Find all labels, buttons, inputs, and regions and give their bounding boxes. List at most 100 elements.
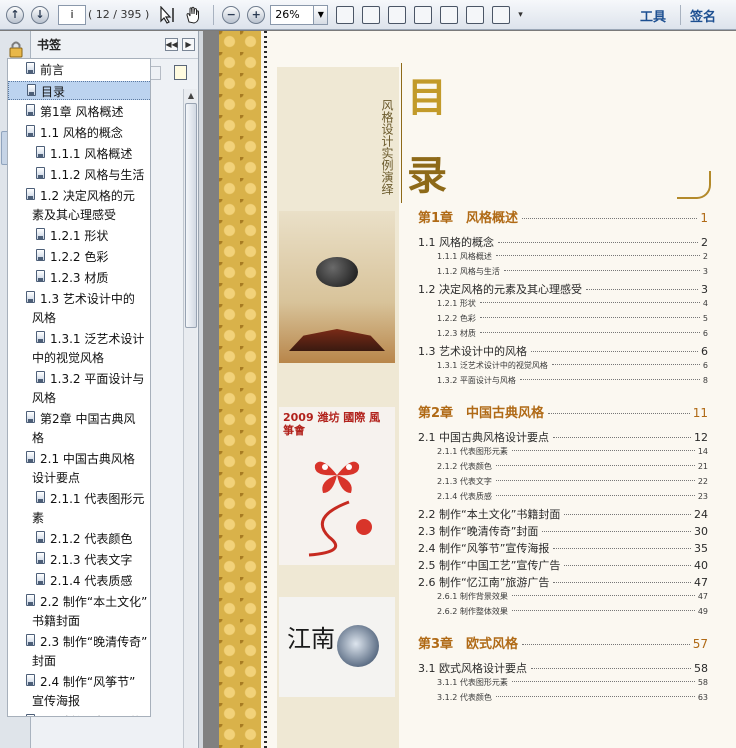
toc-subsection[interactable]: 2.6.1 制作背景效果 47 <box>437 591 708 602</box>
bookmark-flag-icon <box>26 594 35 606</box>
bookmark-item[interactable]: 1.2 决定风格的元 素及其心理感受 <box>8 186 150 226</box>
toc-section[interactable]: 2.4 制作“风筝节”宣传海报 35 <box>418 540 708 556</box>
single-page-button[interactable] <box>388 5 407 24</box>
toc-leader-dots <box>495 696 695 697</box>
ink-calligraphy: 江南 <box>287 625 335 653</box>
bookmark-item[interactable]: 2.1.2 代表颜色 <box>8 529 150 550</box>
bookmark-item[interactable]: 1.1.2 风格与生活 <box>8 165 150 186</box>
toc-section[interactable]: 1.2 决定风格的元素及其心理感受 3 <box>418 281 708 297</box>
bookmarks-panel-header: 书签 ◀◀ ▶ <box>31 31 198 59</box>
toc-subsection[interactable]: 1.3.1 泛艺术设计中的视觉风格 6 <box>437 360 708 371</box>
toc-section[interactable]: 3.1 欧式风格设计要点 58 <box>418 660 708 676</box>
toc-subsection[interactable]: 2.6.2 制作整体效果 49 <box>437 606 708 617</box>
toc-subsection[interactable]: 1.1.1 风格概述 2 <box>437 251 708 262</box>
toc-section[interactable]: 1.3 艺术设计中的风格 6 <box>418 343 708 359</box>
zoom-input[interactable]: 26% <box>270 4 315 25</box>
toc-leader-dots <box>522 218 698 219</box>
next-page-button[interactable]: ↓ <box>29 4 51 26</box>
fit-page-button[interactable] <box>362 5 381 24</box>
bookmark-item[interactable]: 1.1.1 风格概述 <box>8 144 150 165</box>
toc-section[interactable]: 2.3 制作“晚清传奇”封面 30 <box>418 523 708 539</box>
toc-section[interactable]: 2.5 制作“中国工艺”宣传广告 40 <box>418 557 708 573</box>
document-properties-button[interactable] <box>414 5 433 24</box>
bookmark-label: 2.1.3 代表文字 <box>50 553 133 567</box>
zoom-out-button[interactable]: − <box>220 4 242 26</box>
toc-subsection[interactable]: 2.1.2 代表颜色 21 <box>437 461 708 472</box>
toc-chapter[interactable]: 第1章 风格概述 1 <box>418 207 708 226</box>
zoom-dropdown-button[interactable]: ▼ <box>314 4 329 25</box>
bookmark-item[interactable]: 2.1.1 代表图形元素 <box>8 489 150 529</box>
toc-subsection[interactable]: 1.2.3 材质 6 <box>437 328 708 339</box>
toc-subsection[interactable]: 2.1.3 代表文字 22 <box>437 476 708 487</box>
toc-section[interactable]: 1.1 风格的概念 2 <box>418 234 708 250</box>
bookmark-flag-icon <box>36 146 45 158</box>
tools-button[interactable]: 工具 <box>640 0 666 30</box>
bookmark-item[interactable]: 2.1.3 代表文字 <box>8 550 150 571</box>
page-number-input[interactable]: i <box>58 4 86 25</box>
full-screen-button[interactable] <box>492 5 511 24</box>
toc-subsection[interactable]: 1.2.1 形状 4 <box>437 298 708 309</box>
select-tool-button[interactable] <box>157 4 179 26</box>
toc-chapter[interactable]: 第3章 欧式风格 57 <box>418 633 708 652</box>
bookmark-label: 1.3 艺术设计中的 <box>40 292 135 306</box>
toc-leader-dots <box>564 565 691 566</box>
toc-subsection[interactable]: 2.1.4 代表质感 23 <box>437 491 708 502</box>
bookmark-item[interactable]: 2.5 制作“中国工艺” <box>8 712 150 716</box>
bookmark-label: 1.3.1 泛艺术设计 <box>50 332 145 346</box>
hand-tool-button[interactable] <box>182 4 204 26</box>
toc-subsection[interactable]: 1.2.2 色彩 5 <box>437 313 708 324</box>
toc-subsection[interactable]: 1.3.2 平面设计与风格 8 <box>437 375 708 386</box>
bookmark-flag-icon <box>26 634 35 646</box>
bookmark-item[interactable]: 1.2.2 色彩 <box>8 247 150 268</box>
toc-entry-label: 2.1.1 代表图形元素 <box>437 447 508 456</box>
bookmark-flag-icon <box>26 125 35 137</box>
toc-subsection[interactable]: 2.1.1 代表图形元素 14 <box>437 446 708 457</box>
bookmark-label: 2.2 制作“本土文化” <box>40 595 148 609</box>
bookmark-item[interactable]: 1.3.1 泛艺术设计 中的视觉风格 <box>8 329 150 369</box>
toc-subsection[interactable]: 3.1.1 代表图形元素 58 <box>437 677 708 688</box>
fit-width-button[interactable] <box>336 5 355 24</box>
bookmark-item[interactable]: 2.3 制作“晚清传奇” 封面 <box>8 632 150 672</box>
zoom-in-button[interactable]: + <box>245 4 267 26</box>
two-page-button[interactable] <box>440 5 459 24</box>
toc-page-number: 58 <box>694 662 708 675</box>
bookmark-label: 2.1 中国古典风格 <box>40 452 135 466</box>
scroll-up-arrow-icon[interactable]: ▲ <box>184 89 198 102</box>
find-bookmark-icon[interactable] <box>174 65 187 80</box>
previous-page-button[interactable]: ↑ <box>4 4 26 26</box>
bookmark-item[interactable]: 2.1 中国古典风格 设计要点 <box>8 449 150 489</box>
more-tools-icon[interactable]: ▾ <box>518 10 523 20</box>
bookmark-item[interactable]: 前言 <box>8 60 150 81</box>
toc-chapter[interactable]: 第2章 中国古典风格 11 <box>418 402 708 421</box>
bookmark-item[interactable]: 目录 <box>8 81 150 100</box>
toc-subsection[interactable]: 1.1.2 风格与生活 3 <box>437 266 708 277</box>
toc-section[interactable]: 2.2 制作“本土文化”书籍封面 24 <box>418 506 708 522</box>
expand-panel-button[interactable]: ▶ <box>182 38 195 51</box>
toc-page-number: 40 <box>694 559 708 572</box>
toc-entry-label: 1.3.2 平面设计与风格 <box>437 376 516 385</box>
bookmark-item[interactable]: 1.3 艺术设计中的 风格 <box>8 289 150 329</box>
bookmark-item[interactable]: 1.1 风格的概念 <box>8 123 150 144</box>
bookmark-scrollbar[interactable]: ▲ <box>183 89 197 748</box>
bookmark-item[interactable]: 第2章 中国古典风格 <box>8 409 150 449</box>
bookmark-item[interactable]: 1.2.3 材质 <box>8 268 150 289</box>
toc-page-number: 35 <box>694 542 708 555</box>
lock-icon[interactable] <box>6 39 25 58</box>
collapse-panel-button[interactable]: ◀◀ <box>165 38 178 51</box>
scrollbar-thumb[interactable] <box>185 103 197 328</box>
bookmark-item[interactable]: 2.1.4 代表质感 <box>8 571 150 592</box>
arrow-down-icon: ↓ <box>31 5 49 24</box>
bookmark-item[interactable]: 1.3.2 平面设计与 风格 <box>8 369 150 409</box>
bookmark-label: 第1章 风格概述 <box>40 105 124 119</box>
toc-section[interactable]: 2.1 中国古典风格设计要点 12 <box>418 429 708 445</box>
bookmark-item[interactable]: 2.2 制作“本土文化” 书籍封面 <box>8 592 150 632</box>
continuous-facing-button[interactable] <box>466 5 485 24</box>
bookmark-item[interactable]: 第1章 风格概述 <box>8 102 150 123</box>
sign-button[interactable]: 签名 <box>690 0 716 30</box>
toc-page-number: 6 <box>701 345 708 358</box>
bookmark-item[interactable]: 1.2.1 形状 <box>8 226 150 247</box>
toc-subsection[interactable]: 3.1.2 代表颜色 63 <box>437 692 708 703</box>
toc-section[interactable]: 2.6 制作“忆江南”旅游广告 47 <box>418 574 708 590</box>
bookmark-item[interactable]: 2.4 制作“风筝节” 宣传海报 <box>8 672 150 712</box>
bookmark-flag-icon <box>26 674 35 686</box>
